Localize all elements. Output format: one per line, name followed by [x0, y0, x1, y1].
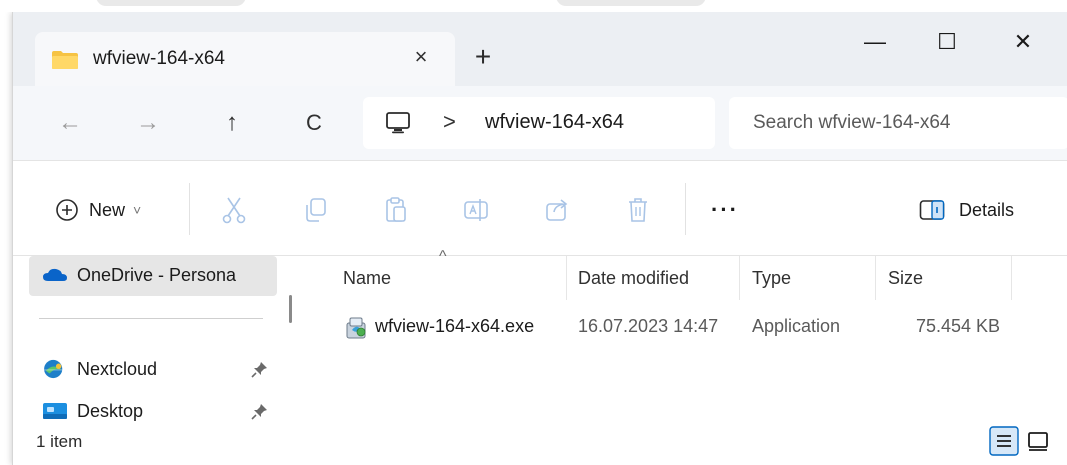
see-more-button[interactable]: ··· [711, 193, 739, 227]
copy-icon[interactable] [301, 195, 331, 225]
cut-icon[interactable] [219, 195, 249, 225]
breadcrumb-current[interactable]: wfview-164-x64 [485, 111, 624, 134]
background-shape [556, 0, 706, 6]
up-button[interactable]: ↑ [215, 106, 249, 140]
column-header-date-modified[interactable]: Date modified [578, 268, 689, 289]
minimize-button[interactable]: — [855, 26, 895, 58]
maximize-button[interactable]: ☐ [927, 26, 967, 58]
file-type: Application [752, 316, 841, 336]
share-icon[interactable] [543, 195, 573, 225]
background-window-edge [0, 0, 1067, 12]
search-placeholder: Search wfview-164-x64 [753, 112, 951, 133]
installer-icon [346, 317, 366, 339]
column-header-size[interactable]: Size [888, 268, 923, 289]
rename-icon[interactable] [461, 195, 491, 225]
file-size: 75.454 KB [916, 316, 1001, 336]
close-button[interactable]: ✕ [1003, 26, 1043, 58]
refresh-button[interactable]: C [297, 106, 331, 140]
cloud-icon [43, 268, 67, 281]
sidebar-item-label: Desktop [77, 400, 144, 421]
forward-button[interactable]: → [131, 106, 165, 140]
sort-ascending-icon: ^ [439, 248, 447, 265]
command-bar: New ˅ ··· Details [13, 160, 1067, 256]
sidebar-item-desktop[interactable]: Desktop [41, 396, 143, 426]
new-tab-button[interactable]: + [468, 42, 498, 72]
pane-splitter[interactable] [289, 295, 292, 323]
file-date-modified: 16.07.2023 14:47 [578, 316, 719, 336]
details-pane-icon [919, 200, 945, 220]
status-bar: 1 item [13, 426, 1067, 465]
paste-icon[interactable] [381, 195, 411, 225]
column-divider[interactable] [566, 256, 567, 300]
details-label: Details [959, 199, 1015, 220]
nextcloud-icon [44, 359, 63, 379]
tab-wfview[interactable]: wfview-164-x64 × [35, 32, 455, 86]
navigation-pane: OneDrive - Persona Nextcloud Desktop [13, 256, 288, 426]
new-button-label: New [89, 199, 126, 220]
breadcrumb-chevron: > [443, 109, 456, 134]
sidebar-item-label: OneDrive - Persona [77, 264, 237, 285]
this-pc-icon [386, 112, 410, 134]
file-name[interactable]: wfview-164-x64.exe [375, 316, 534, 337]
large-icons-view-icon[interactable] [1023, 426, 1053, 456]
address-bar[interactable]: > wfview-164-x64 [363, 97, 715, 149]
column-divider[interactable] [739, 256, 740, 300]
pin-icon[interactable] [251, 402, 269, 420]
divider [685, 183, 686, 235]
chevron-down-icon: ˅ [133, 202, 142, 218]
sidebar-separator [39, 318, 263, 319]
column-divider[interactable] [875, 256, 876, 300]
background-shape [96, 0, 246, 6]
tab-title: wfview-164-x64 [93, 48, 225, 69]
plus-circle-icon [56, 199, 78, 221]
pin-icon[interactable] [251, 360, 269, 378]
column-header-name[interactable]: Name [343, 268, 391, 289]
folder-icon [52, 51, 78, 69]
delete-icon[interactable] [623, 195, 653, 225]
details-view-icon[interactable] [989, 426, 1019, 456]
explorer-window: wfview-164-x64 × + — ☐ ✕ ← → ↑ C > wfvie… [12, 12, 1067, 465]
address-toolbar: ← → ↑ C > wfview-164-x64 Search wfview-1… [13, 86, 1067, 160]
sidebar-item-onedrive[interactable]: OneDrive - Persona [41, 260, 236, 290]
column-divider[interactable] [1011, 256, 1012, 300]
divider [189, 183, 190, 235]
details-button[interactable]: Details [919, 193, 1014, 227]
tab-close-button[interactable]: × [408, 44, 434, 70]
column-header-type[interactable]: Type [752, 268, 791, 289]
item-count: 1 item [36, 432, 83, 451]
sidebar-item-label: Nextcloud [77, 358, 158, 379]
sidebar-item-nextcloud[interactable]: Nextcloud [41, 354, 157, 384]
back-button[interactable]: ← [53, 106, 87, 140]
desktop-icon [43, 403, 67, 419]
search-input[interactable]: Search wfview-164-x64 [729, 97, 1067, 149]
new-button[interactable]: New ˅ [55, 193, 141, 227]
